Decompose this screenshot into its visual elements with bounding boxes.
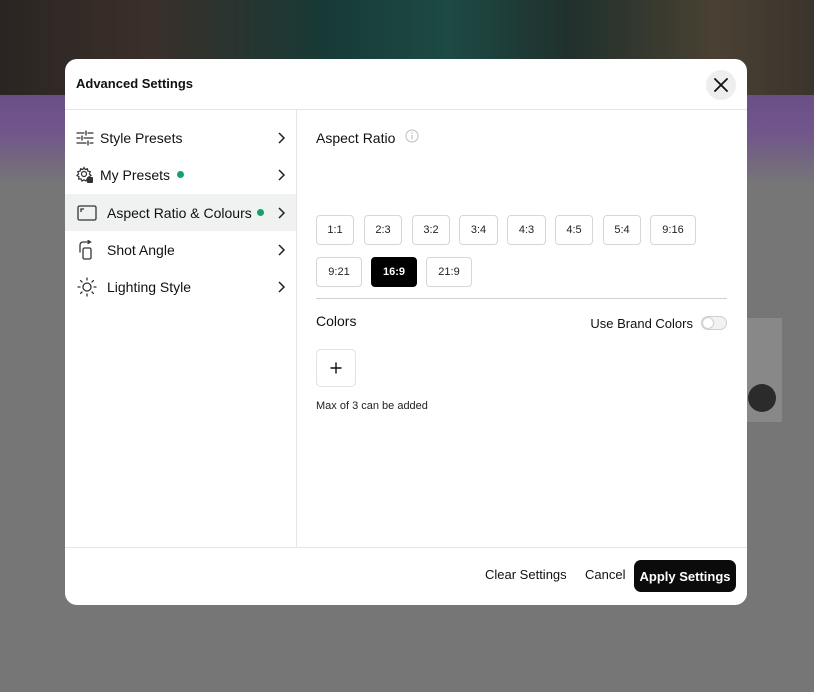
aspect-option-4-5[interactable]: 4:5 [555, 215, 593, 245]
chevron-right-icon [278, 280, 286, 293]
sliders-icon [75, 128, 95, 148]
aspect-ratio-icon [77, 203, 97, 223]
chevron-right-icon [278, 168, 286, 181]
section-divider [316, 298, 727, 299]
advanced-settings-dialog: Advanced Settings Style Presets My Prese… [65, 59, 747, 605]
sidebar-item-my-presets[interactable]: My Presets [65, 156, 296, 193]
sidebar-item-aspect-ratio-colours[interactable]: Aspect Ratio & Colours [65, 194, 296, 231]
aspect-ratio-title: Aspect Ratio [316, 130, 396, 146]
aspect-option-1-1[interactable]: 1:1 [316, 215, 354, 245]
aspect-option-3-4[interactable]: 3:4 [459, 215, 498, 245]
aspect-option-9-21[interactable]: 9:21 [316, 257, 362, 287]
camera-rotate-icon [77, 239, 97, 260]
aspect-option-9-16[interactable]: 9:16 [650, 215, 696, 245]
status-dot [257, 209, 264, 216]
sidebar-item-label: Aspect Ratio & Colours [107, 204, 252, 221]
dialog-title: Advanced Settings [76, 76, 194, 91]
info-icon[interactable] [405, 129, 419, 143]
apply-settings-button[interactable]: Apply Settings [634, 560, 736, 592]
sidebar-item-label: Lighting Style [107, 278, 192, 295]
dialog-footer: Clear Settings Cancel Apply Settings [65, 547, 747, 605]
sidebar-item-label: Shot Angle [107, 241, 175, 258]
brand-colors-toggle[interactable] [701, 316, 727, 330]
settings-sidebar: Style Presets My Presets Aspect Ratio & … [65, 110, 297, 547]
sidebar-item-style-presets[interactable]: Style Presets [65, 119, 296, 156]
sidebar-item-shot-angle[interactable]: Shot Angle [65, 231, 296, 268]
background-button [748, 384, 776, 412]
aspect-option-2-3[interactable]: 2:3 [364, 215, 402, 245]
dialog-header: Advanced Settings [65, 59, 747, 110]
colors-hint: Max of 3 can be added [316, 400, 428, 412]
status-dot [177, 171, 184, 178]
aspect-option-16-9[interactable]: 16:9 [371, 257, 417, 287]
chevron-right-icon [278, 243, 286, 256]
sidebar-item-label: My Presets [100, 166, 171, 183]
colors-title: Colors [316, 313, 357, 329]
cancel-button[interactable]: Cancel [585, 567, 625, 582]
brand-colors-label: Use Brand Colors [590, 316, 693, 331]
aspect-option-3-2[interactable]: 3:2 [412, 215, 450, 245]
aspect-option-4-3[interactable]: 4:3 [507, 215, 546, 245]
chevron-right-icon [278, 131, 286, 144]
chevron-right-icon [278, 206, 286, 219]
sun-icon [77, 276, 97, 297]
add-color-button[interactable] [316, 349, 356, 387]
close-button[interactable] [706, 70, 736, 100]
sidebar-item-label: Style Presets [100, 129, 183, 146]
aspect-option-21-9[interactable]: 21:9 [426, 257, 472, 287]
toggle-knob [703, 318, 713, 328]
aspect-option-5-4[interactable]: 5:4 [603, 215, 641, 245]
sidebar-item-lighting-style[interactable]: Lighting Style [65, 268, 296, 305]
plus-icon [330, 362, 342, 374]
clear-settings-button[interactable]: Clear Settings [485, 567, 567, 582]
presets-gear-icon [75, 165, 95, 185]
close-icon [714, 78, 728, 92]
settings-panel: Aspect Ratio 1:1 2:3 3:2 3:4 4:3 4:5 5:4… [297, 110, 747, 547]
